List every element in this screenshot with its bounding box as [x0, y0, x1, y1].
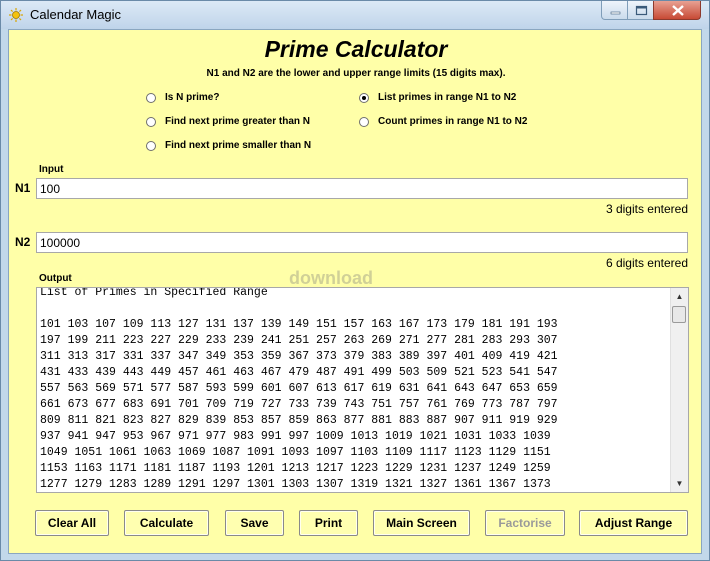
option-label: Count primes in range N1 to N2: [378, 116, 528, 127]
option-label: List primes in range N1 to N2: [378, 92, 517, 103]
output-line: 661 673 677 683 691 701 709 719 727 733 …: [40, 398, 558, 411]
radio-icon[interactable]: [146, 140, 156, 151]
option-list-primes[interactable]: List primes in range N1 to N2: [359, 92, 516, 103]
clear-all-button[interactable]: Clear All: [35, 510, 109, 536]
scroll-up-icon[interactable]: ▲: [671, 288, 688, 305]
option-count-primes[interactable]: Count primes in range N1 to N2: [359, 116, 527, 127]
output-line: 101 103 107 109 113 127 131 137 139 149 …: [40, 318, 558, 331]
window-title: Calendar Magic: [30, 7, 122, 22]
page-title: Prime Calculator: [264, 36, 448, 62]
close-icon: [672, 5, 684, 16]
n2-input[interactable]: [36, 232, 688, 253]
radio-icon[interactable]: [359, 116, 369, 127]
main-screen-button[interactable]: Main Screen: [373, 510, 470, 536]
option-next-greater[interactable]: Find next prime greater than N: [146, 116, 310, 127]
page-subtitle: N1 and N2 are the lower and upper range …: [206, 68, 506, 79]
scroll-thumb[interactable]: [672, 306, 686, 323]
option-next-smaller[interactable]: Find next prime smaller than N: [146, 140, 311, 151]
app-window: Calendar Magic Prime Calculator N1 and N…: [0, 0, 710, 561]
minimize-icon: [610, 11, 621, 15]
n2-label: N2: [15, 235, 31, 249]
maximize-button[interactable]: [627, 1, 654, 20]
output-section-label: Output: [39, 273, 72, 284]
output-line: 809 811 821 823 827 829 839 853 857 859 …: [40, 414, 558, 427]
output-line: 1153 1163 1171 1181 1187 1193 1201 1213 …: [40, 462, 551, 475]
factorise-button: Factorise: [485, 510, 565, 536]
input-section-label: Input: [39, 164, 64, 175]
n1-input[interactable]: [36, 178, 688, 199]
option-is-prime[interactable]: Is N prime?: [146, 92, 219, 103]
vertical-scrollbar[interactable]: ▲ ▼: [670, 288, 688, 492]
output-line: 557 563 569 571 577 587 593 599 601 607 …: [40, 382, 558, 395]
title-bar[interactable]: Calendar Magic: [1, 1, 709, 29]
option-label: Is N prime?: [165, 92, 220, 103]
print-button[interactable]: Print: [299, 510, 358, 536]
scroll-down-icon[interactable]: ▼: [671, 475, 688, 492]
output-line: 1049 1051 1061 1063 1069 1087 1091 1093 …: [40, 446, 551, 459]
output-line: 937 941 947 953 967 971 977 983 991 997 …: [40, 430, 551, 443]
sun-icon: [9, 8, 23, 22]
output-line: 311 313 317 331 337 347 349 353 359 367 …: [40, 350, 558, 363]
close-button[interactable]: [653, 1, 701, 20]
n2-digit-count: 6 digits entered: [605, 256, 688, 270]
radio-icon[interactable]: [146, 116, 156, 127]
watermark: download: [289, 268, 373, 288]
option-label: Find next prime greater than N: [165, 116, 311, 127]
n1-label: N1: [15, 181, 31, 195]
output-line: 1277 1279 1283 1289 1291 1297 1301 1303 …: [40, 478, 551, 491]
radio-selected-icon[interactable]: [359, 92, 369, 103]
adjust-range-button[interactable]: Adjust Range: [579, 510, 688, 536]
output-text: List of Primes in Specified Range 101 10…: [40, 287, 672, 492]
n1-digit-count: 3 digits entered: [605, 202, 688, 216]
output-line: List of Primes in Specified Range: [40, 287, 268, 299]
prime-calculator-panel: Prime Calculator N1 and N2 are the lower…: [8, 29, 702, 554]
calculate-button[interactable]: Calculate: [124, 510, 209, 536]
output-textarea[interactable]: List of Primes in Specified Range 101 10…: [36, 287, 689, 493]
maximize-icon: [635, 5, 648, 16]
output-line: 197 199 211 223 227 229 233 239 241 251 …: [40, 334, 558, 347]
save-button[interactable]: Save: [225, 510, 284, 536]
minimize-button[interactable]: [601, 1, 628, 20]
radio-icon[interactable]: [146, 92, 156, 103]
output-line: 431 433 439 443 449 457 461 463 467 479 …: [40, 366, 558, 379]
option-label: Find next prime smaller than N: [165, 140, 312, 151]
